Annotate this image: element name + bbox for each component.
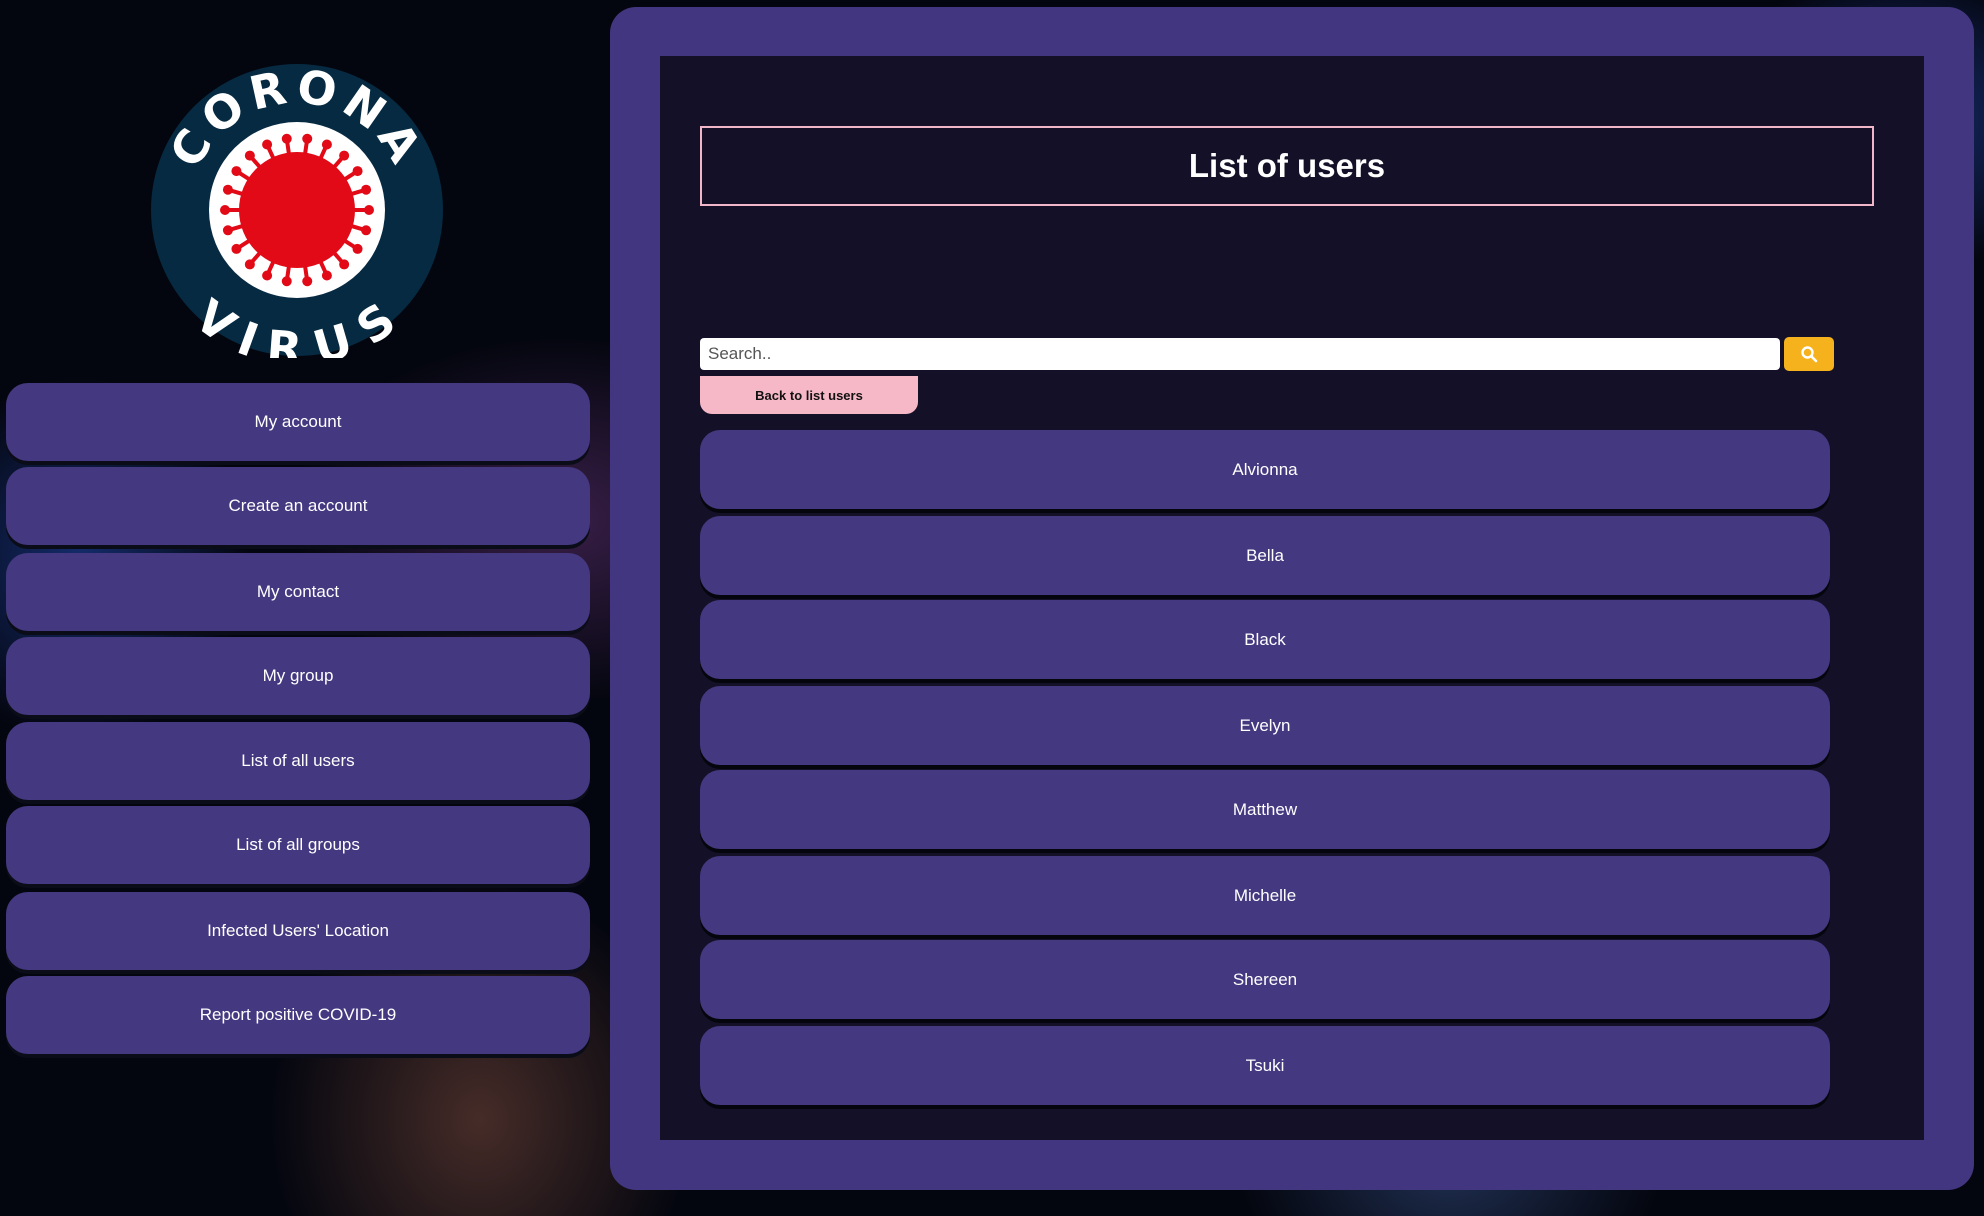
- user-item-evelyn[interactable]: Evelyn: [700, 686, 1830, 765]
- sidebar-item-label: My account: [254, 412, 342, 431]
- user-name: Shereen: [1232, 969, 1298, 989]
- sidebar-item-label: My group: [262, 666, 334, 685]
- sidebar-item-infected-location[interactable]: Infected Users' Location: [6, 892, 590, 970]
- user-item-shereen[interactable]: Shereen: [700, 940, 1830, 1019]
- sidebar-item-list-all-groups[interactable]: List of all groups: [6, 806, 590, 884]
- sidebar-item-create-account[interactable]: Create an account: [6, 467, 590, 545]
- user-name: Alvionna: [1232, 459, 1298, 479]
- user-item-alvionna[interactable]: Alvionna: [700, 430, 1830, 509]
- sidebar-item-my-contact[interactable]: My contact: [6, 553, 590, 631]
- user-item-bella[interactable]: Bella: [700, 516, 1830, 595]
- user-item-matthew[interactable]: Matthew: [700, 770, 1830, 849]
- sidebar-item-list-all-users[interactable]: List of all users: [6, 722, 590, 800]
- user-name: Bella: [1246, 545, 1284, 565]
- back-to-list-users-button[interactable]: Back to list users: [700, 376, 918, 414]
- sidebar-item-label: List of all users: [241, 751, 355, 770]
- search-input[interactable]: [700, 338, 1780, 370]
- user-name: Matthew: [1232, 799, 1298, 819]
- user-item-michelle[interactable]: Michelle: [700, 856, 1830, 935]
- sidebar-item-my-account[interactable]: My account: [6, 383, 590, 461]
- user-name: Tsuki: [1245, 1055, 1285, 1075]
- sidebar-item-label: Infected Users' Location: [207, 921, 389, 940]
- search-button[interactable]: [1784, 337, 1834, 371]
- sidebar-item-label: My contact: [256, 582, 340, 601]
- page-title: List of users: [700, 126, 1874, 206]
- sidebar-item-label: Create an account: [228, 496, 368, 515]
- user-name: Black: [1244, 629, 1286, 649]
- search-icon: [1801, 346, 1818, 363]
- sidebar-item-label: List of all groups: [236, 835, 360, 854]
- sidebar-item-label: Report positive COVID-19: [199, 1005, 397, 1024]
- user-item-tsuki[interactable]: Tsuki: [700, 1026, 1830, 1105]
- corona-virus-logo: CORONA VIRUS: [150, 58, 445, 377]
- user-name: Michelle: [1233, 885, 1297, 905]
- sidebar-item-my-group[interactable]: My group: [6, 637, 590, 715]
- user-item-black[interactable]: Black: [700, 600, 1830, 679]
- sidebar-item-report-positive[interactable]: Report positive COVID-19: [6, 976, 590, 1054]
- user-name: Evelyn: [1239, 715, 1291, 735]
